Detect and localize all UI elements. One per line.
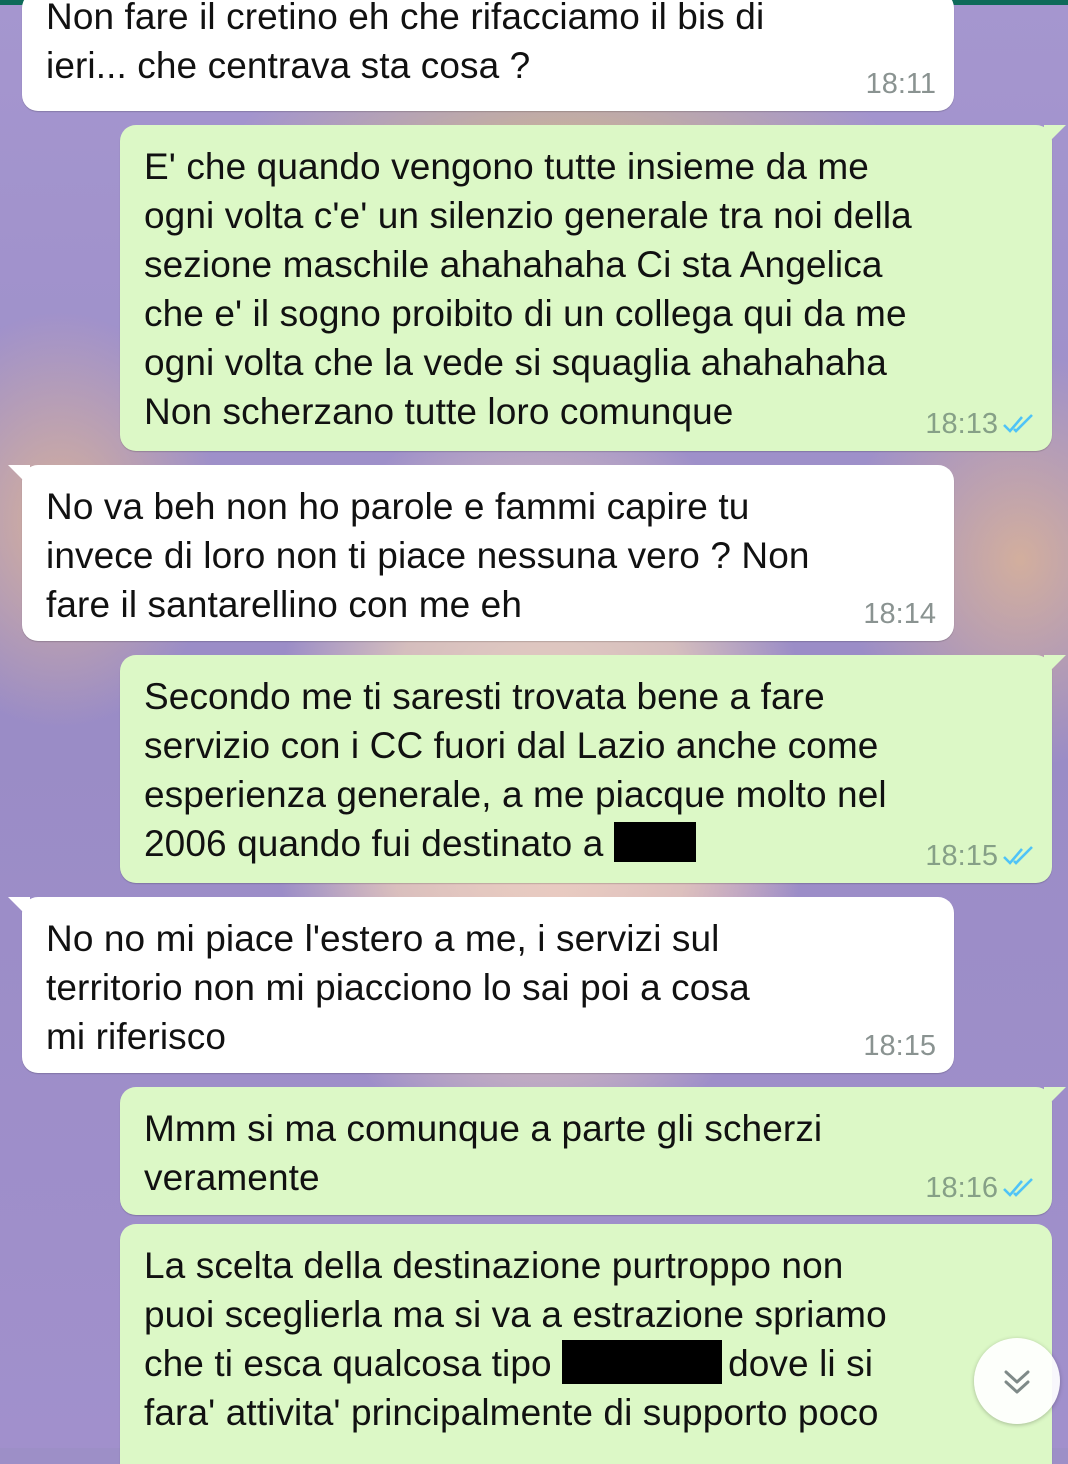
double-check-icon <box>1003 846 1033 865</box>
redaction-box <box>613 822 696 863</box>
message-bubble-incoming[interactable]: No no mi piace l'estero a me, i servizi … <box>8 897 954 1073</box>
message-text-line: puoi sceglierla ma si va a estrazione sp… <box>144 1294 887 1335</box>
message-meta: 18:15 <box>863 1031 936 1061</box>
message-bubble-incoming[interactable]: No va beh non ho parole e fammi capire t… <box>8 465 954 641</box>
double-check-icon <box>1003 1178 1033 1197</box>
bubble-tail <box>8 465 30 487</box>
message-text: E' che quando vengono tutte insieme da m… <box>144 146 912 432</box>
message-bubble-outgoing[interactable]: Mmm si ma comunque a parte gli scherzi v… <box>120 1087 1066 1215</box>
bubble-tail <box>1044 1087 1066 1109</box>
message-time: 18:15 <box>863 1030 936 1062</box>
message-text-before-redaction: che ti esca qualcosa tipo <box>144 1343 563 1384</box>
message-time: 18:16 <box>925 1172 998 1204</box>
message-meta: 18:14 <box>863 599 936 629</box>
message-bubble-outgoing[interactable]: Secondo me ti saresti trovata bene a far… <box>120 655 1066 883</box>
message-text-line: fara' attivita' principalmente di suppor… <box>144 1392 879 1434</box>
message-text: Secondo me ti saresti trovata bene a far… <box>144 672 1028 868</box>
message-meta: 18:16 <box>925 1173 1038 1203</box>
message-text-line: La scelta della destinazione purtroppo n… <box>144 1245 844 1286</box>
message-bubble-outgoing[interactable]: La scelta della destinazione purtroppo n… <box>120 1224 1052 1464</box>
message-text: Mmm si ma comunque a parte gli scherzi v… <box>144 1108 823 1198</box>
message-time: 18:15 <box>925 840 998 872</box>
message-bubble-outgoing[interactable]: E' che quando vengono tutte insieme da m… <box>120 125 1066 451</box>
message-text-before-redaction: Secondo me ti saresti trovata bene a far… <box>144 676 887 864</box>
bubble-tail <box>1044 655 1066 677</box>
message-text: La scelta della destinazione purtroppo n… <box>144 1241 1028 1437</box>
message-text: Non fare il cretino eh che rifacciamo il… <box>46 0 765 86</box>
double-check-icon <box>1003 414 1033 433</box>
message-text-line: che ti esca qualcosa tipo dove li si <box>144 1339 1028 1388</box>
bubble-tail <box>8 897 30 919</box>
message-time: 18:13 <box>925 408 998 440</box>
bubble-tail <box>1044 125 1066 147</box>
message-time: 18:14 <box>863 598 936 630</box>
redaction-box <box>562 1340 723 1385</box>
scroll-to-bottom-button[interactable] <box>974 1338 1060 1424</box>
message-time: 18:11 <box>865 68 936 100</box>
message-text: No no mi piace l'estero a me, i servizi … <box>46 918 750 1057</box>
message-meta: 18:15 <box>925 841 1038 871</box>
message-text: No va beh non ho parole e fammi capire t… <box>46 486 810 625</box>
message-meta: 18:11 <box>866 69 936 99</box>
message-bubble-incoming[interactable]: Non fare il cretino eh che rifacciamo il… <box>22 0 954 111</box>
chevron-double-down-icon <box>1004 1370 1030 1394</box>
message-meta: 18:13 <box>925 409 1038 439</box>
message-text-after-redaction: dove li si <box>728 1343 874 1384</box>
